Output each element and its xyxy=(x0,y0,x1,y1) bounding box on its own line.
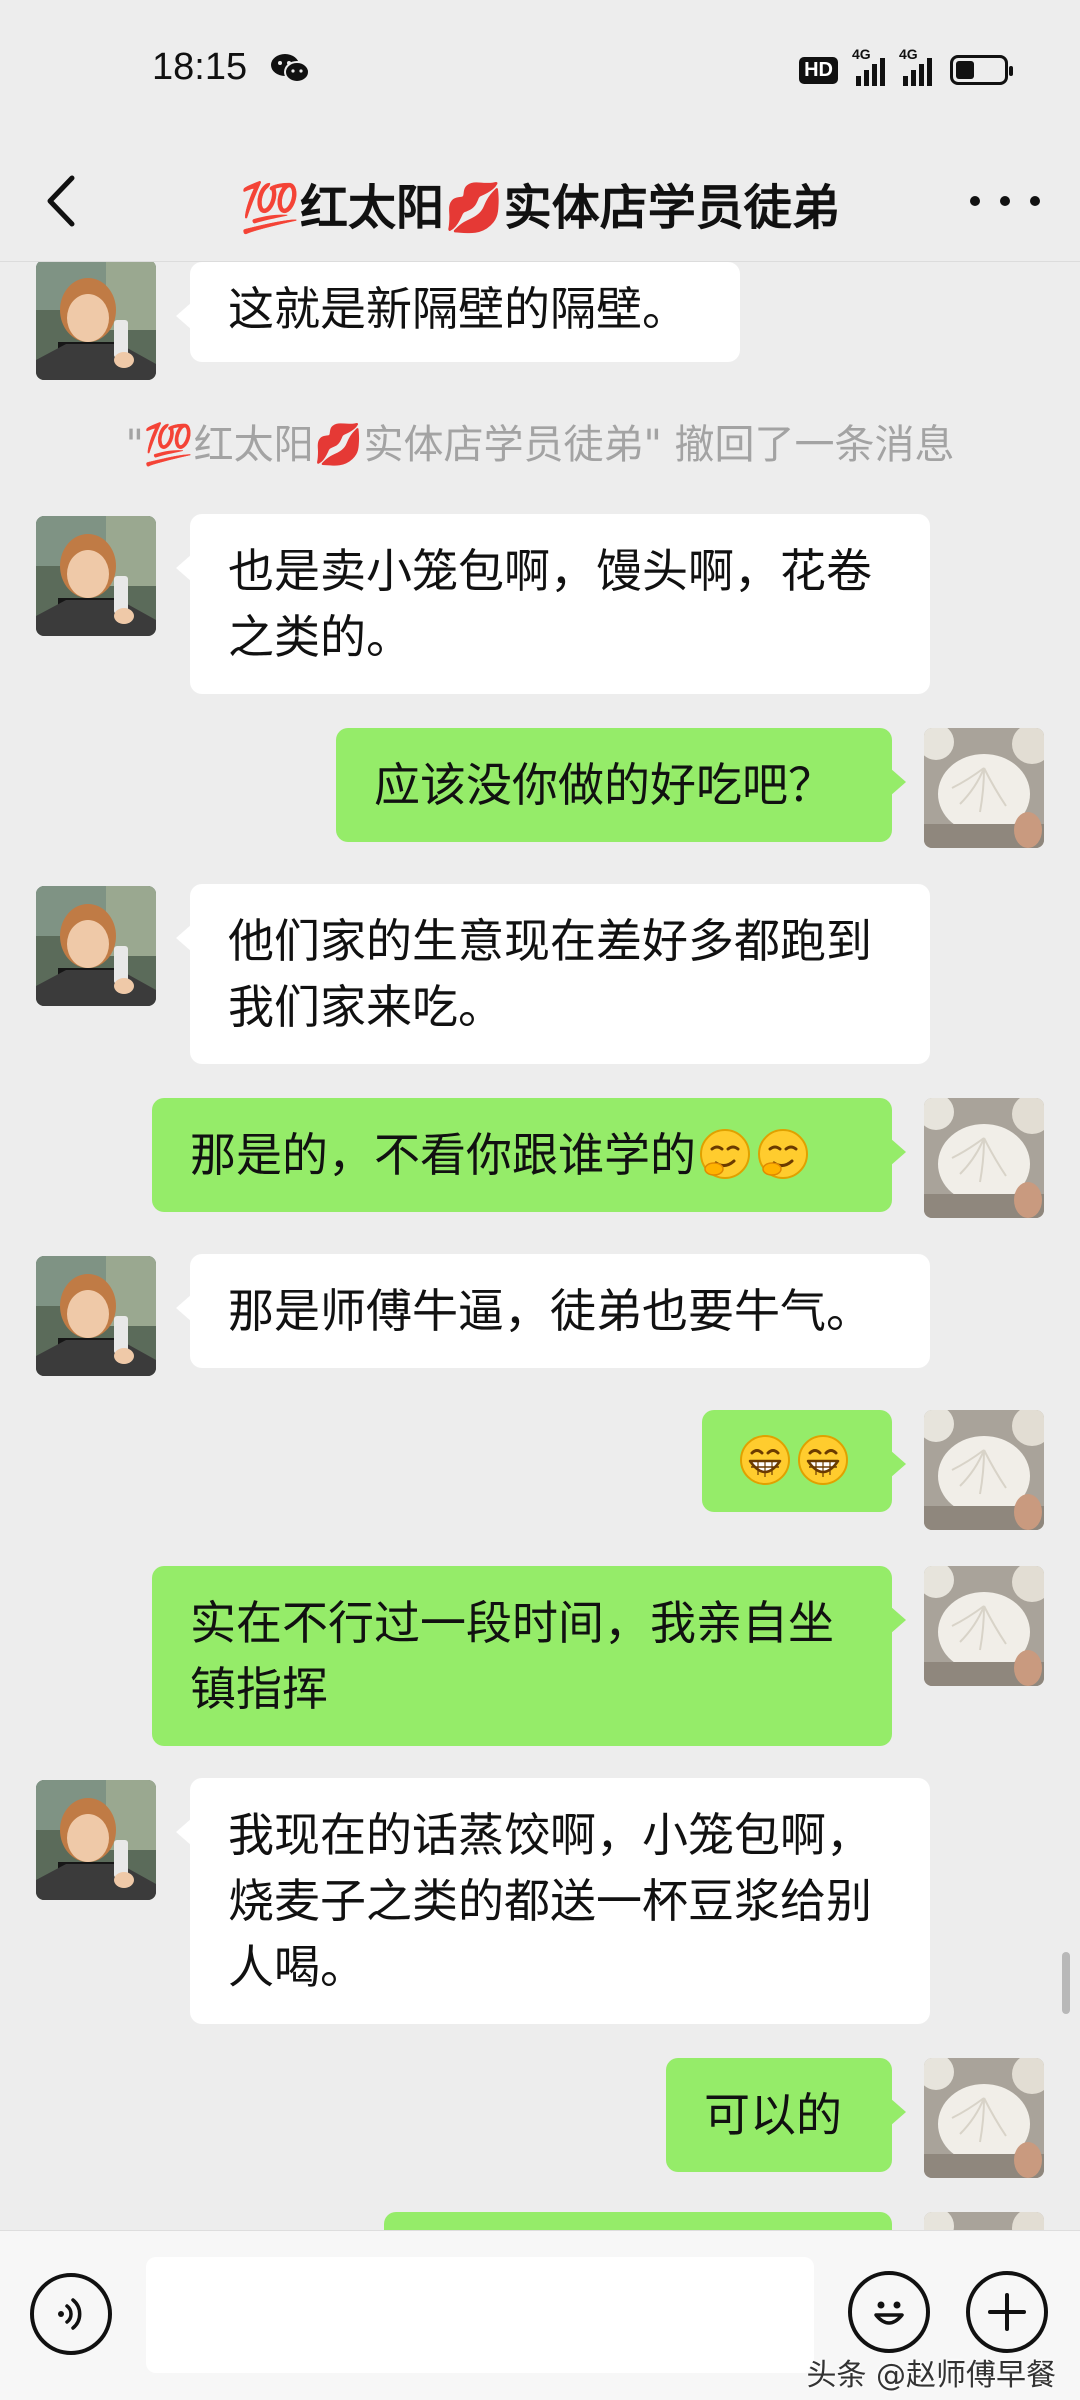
message-bubble-incoming[interactable]: 我现在的话蒸饺啊，小笼包啊，烧麦子之类的都送一杯豆浆给别人喝。 xyxy=(176,1778,930,2024)
message-text: 那是的，不看你跟谁学的 xyxy=(190,1128,696,1182)
hd-badge: HD xyxy=(799,56,838,84)
voice-icon[interactable] xyxy=(30,2273,112,2355)
message-bubble-outgoing[interactable]: 可以的 xyxy=(666,2058,906,2172)
message-bubble-outgoing-partial[interactable] xyxy=(384,2212,892,2230)
message-list[interactable]: 这就是新隔壁的隔壁。 "💯红太阳💋实体店学员徒弟" 撤回了一条消息 也是卖小笼包… xyxy=(0,262,1080,2230)
grin-emoji-icon xyxy=(738,1433,792,1487)
self-avatar[interactable] xyxy=(924,1410,1044,1530)
battery-icon xyxy=(950,55,1013,85)
message-bubble-incoming[interactable]: 那是师傅牛逼，徒弟也要牛气。 xyxy=(176,1254,930,1368)
message-bubble-incoming[interactable]: 也是卖小笼包啊，馒头啊，花卷之类的。 xyxy=(176,514,930,694)
contact-avatar[interactable] xyxy=(36,516,156,636)
network-label: 4G xyxy=(852,46,871,62)
message-bubble-outgoing[interactable] xyxy=(702,1410,906,1512)
status-indicators: HD 4G 4G xyxy=(799,46,1013,90)
grin-emoji-icon xyxy=(796,1433,850,1487)
chat-header: 💯红太阳💋实体店学员徒弟 xyxy=(0,140,1080,262)
self-avatar[interactable] xyxy=(924,1566,1044,1686)
watermark: 头条 @赵师傅早餐 xyxy=(806,2358,1056,2393)
contact-avatar[interactable] xyxy=(36,886,156,1006)
self-avatar[interactable] xyxy=(924,2058,1044,2178)
self-avatar[interactable] xyxy=(924,2212,1044,2230)
contact-avatar[interactable] xyxy=(36,1780,156,1900)
recall-notice: "💯红太阳💋实体店学员徒弟" 撤回了一条消息 xyxy=(125,422,955,468)
smirk-emoji-icon xyxy=(698,1127,752,1181)
battery-fill xyxy=(956,61,975,79)
chat-title: 💯红太阳💋实体店学员徒弟 xyxy=(240,180,840,236)
status-time: 18:15 xyxy=(152,46,248,88)
message-bubble-outgoing[interactable]: 实在不行过一段时间，我亲自坐镇指挥 xyxy=(152,1566,906,1746)
network-label-2: 4G xyxy=(899,46,918,62)
message-input[interactable] xyxy=(146,2257,814,2373)
contact-avatar[interactable] xyxy=(36,1256,156,1376)
wechat-notification-icon xyxy=(270,52,310,84)
message-bubble-incoming[interactable]: 他们家的生意现在差好多都跑到我们家来吃。 xyxy=(176,884,930,1064)
contact-avatar[interactable] xyxy=(36,262,156,380)
self-avatar[interactable] xyxy=(924,728,1044,848)
smirk-emoji-icon xyxy=(756,1127,810,1181)
scrollbar-thumb[interactable] xyxy=(1062,1952,1070,2014)
emoji-icon[interactable] xyxy=(848,2271,930,2353)
message-bubble-incoming[interactable]: 这就是新隔壁的隔壁。 xyxy=(176,262,740,362)
message-bubble-outgoing[interactable]: 应该没你做的好吃吧？ xyxy=(336,728,906,842)
message-bubble-outgoing[interactable]: 那是的，不看你跟谁学的 xyxy=(152,1098,906,1212)
signal-icon: 4G xyxy=(852,46,885,86)
self-avatar[interactable] xyxy=(924,1098,1044,1218)
plus-icon[interactable] xyxy=(966,2271,1048,2353)
status-bar: 18:15 HD 4G 4G xyxy=(0,0,1080,140)
more-dots-icon[interactable] xyxy=(970,186,1040,216)
signal-icon-2: 4G xyxy=(899,46,932,86)
